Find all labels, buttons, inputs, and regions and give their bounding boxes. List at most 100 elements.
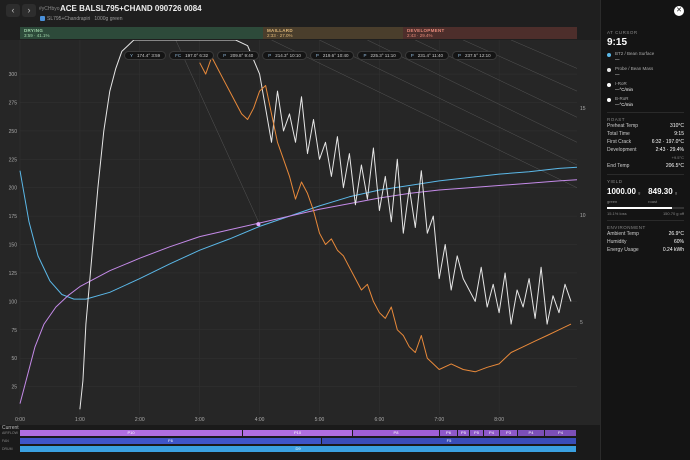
y-tick-label: 225	[9, 157, 18, 163]
series-dot-icon	[607, 68, 611, 72]
event-bar[interactable]: P5	[470, 430, 483, 436]
event-bar[interactable]: P3	[500, 430, 517, 436]
y-tick-label: 25	[11, 385, 17, 391]
yellowing-marker[interactable]	[256, 222, 261, 227]
event-bar[interactable]: P10	[20, 430, 242, 436]
yield-bar	[607, 207, 684, 209]
event-row-label: DRUM	[2, 447, 13, 451]
y-tick-label: 275	[9, 101, 18, 107]
roast-stat-row: End Temp 206.5°C	[607, 163, 684, 169]
phase-maillard: MAILLARD 2:33 · 27.0%	[263, 27, 403, 39]
y-tick-label: 250	[9, 129, 18, 135]
event-timeline[interactable]: Current AIRFLOW P10 P10 P8 P6 P5 P5 P4 P3 P4 P4 FAN…	[0, 425, 600, 460]
divider	[607, 112, 684, 113]
event-bar[interactable]: P5	[458, 430, 469, 436]
cursor-item: Probe / Bean Mass —	[607, 66, 684, 78]
cursor-item: I-RoR —°C/min	[607, 81, 684, 93]
yield-section-label: YIELD	[607, 179, 623, 184]
yield-loss-row: 15.1% loss 150.70 g off	[607, 211, 684, 216]
y-tick-label: 150	[9, 243, 18, 249]
machine-name[interactable]: SL795+Chandrapiri	[47, 16, 90, 22]
y-tick-label: 300	[9, 72, 18, 78]
cursor-item: BT2 / Bean Surface —	[607, 51, 684, 63]
roast-list: Preheat Temp 310°C Total Time 9:15 First Cra…	[607, 122, 684, 170]
right-tick-label: 10	[580, 213, 586, 219]
event-row-label: FAN	[2, 439, 9, 443]
yield-values: 1000.00 g green 849.30 g roast	[607, 187, 678, 204]
readout-pill[interactable]: P 209.8° 9:40	[217, 51, 260, 60]
readout-pill[interactable]: P 219.6° 10:40	[309, 51, 355, 60]
y-tick-label: 75	[11, 328, 17, 334]
yield-green: 1000.00	[607, 187, 636, 196]
divider	[607, 220, 684, 221]
environment-row: Ambient Temp 26.9°C	[607, 231, 684, 237]
event-bar[interactable]: P8	[353, 430, 439, 436]
x-tick-label: 5:00	[315, 417, 325, 423]
readout-pill[interactable]: P 237.5° 12:10	[451, 51, 497, 60]
event-row-label: AIRFLOW	[2, 431, 18, 435]
x-tick-label: 1:00	[75, 417, 85, 423]
series-dot-icon	[607, 98, 611, 102]
x-tick-label: 7:00	[434, 417, 444, 423]
divider	[607, 174, 684, 175]
roast-chart[interactable]: 25 50 75 100 125 150 175 200 225 250 275 300 0:00 1:0…	[0, 40, 600, 425]
environment-row: Energy Usage 0.24 kWh	[607, 247, 684, 253]
cursor-list: BT2 / Bean Surface — Probe / Bean Mass — I-R…	[607, 51, 684, 108]
event-bar[interactable]: P4	[518, 430, 544, 436]
event-bar[interactable]: D9	[20, 446, 576, 452]
readout-pill[interactable]: FC 197.0° 6:32	[169, 51, 215, 60]
x-tick-label: 0:00	[15, 417, 25, 423]
readout-pill[interactable]: Y 174.4° 3:59	[124, 51, 167, 60]
chevron-left-icon: ‹	[11, 5, 15, 15]
series-dot-icon	[607, 53, 611, 57]
x-tick-label: 4:00	[255, 417, 265, 423]
y-tick-label: 175	[9, 214, 18, 220]
event-bar[interactable]: P4	[545, 430, 576, 436]
batch-size: 1000g green	[94, 16, 123, 22]
readout-pill[interactable]: P 214.3° 10:10	[262, 51, 307, 60]
y-tick-label: 125	[9, 271, 18, 277]
x-tick-label: 6:00	[374, 417, 384, 423]
series-dot-icon	[607, 83, 611, 87]
machine-icon	[40, 16, 45, 22]
owner-tag: #yCHbyo	[39, 6, 60, 12]
event-bar[interactable]: F6	[20, 438, 321, 444]
readout-pill[interactable]: P 231.4° 11:40	[404, 51, 449, 60]
roast-stat-row: Preheat Temp 310°C	[607, 123, 684, 129]
event-bar[interactable]: P10	[243, 430, 352, 436]
side-panel: ✕ AT CURSOR 9:15 BT2 / Bean Surface — Prob…	[600, 0, 690, 460]
readout-pill[interactable]: P 225.3° 11:10	[357, 51, 402, 60]
x-tick-label: 8:00	[494, 417, 504, 423]
close-button[interactable]: ✕	[674, 6, 684, 16]
phase-development: DEVELOPMENT 2:43 · 29.4%	[403, 27, 577, 39]
y-tick-label: 50	[11, 356, 17, 362]
roast-stat-row: +9.5°C	[671, 155, 684, 160]
x-tick-label: 3:00	[195, 417, 205, 423]
chevron-right-icon: ›	[27, 5, 31, 15]
event-bar[interactable]: F5	[322, 438, 576, 444]
chart-background	[0, 40, 600, 425]
close-icon: ✕	[676, 7, 682, 14]
event-bar[interactable]: P4	[484, 430, 499, 436]
y-tick-label: 200	[9, 186, 18, 192]
readout-pills: Y 174.4° 3:59 FC 197.0° 6:32 P 209.8° 9:40 P 21…	[124, 51, 497, 60]
environment-list: Ambient Temp 26.9°C Humidity 60% Energy Usag…	[607, 230, 684, 254]
forward-button[interactable]: ›	[22, 4, 36, 17]
cursor-section-label: AT CURSOR	[607, 30, 638, 35]
roast-stat-row: Development 2:43 · 29.4%	[607, 147, 684, 153]
environment-row: Humidity 60%	[607, 239, 684, 245]
right-tick-label: 5	[580, 320, 583, 326]
y-tick-label: 100	[9, 299, 18, 305]
phase-drying: DRYING 3:59 · 41.1%	[20, 27, 263, 39]
roast-stat-row: First Crack 6:32 · 197.0°C	[607, 139, 684, 145]
header: ‹ › #yCHbyo ACE BALSL795+CHAND 090726 00…	[0, 0, 600, 26]
roast-meta: SL795+Chandrapiri 1000g green	[40, 16, 123, 22]
back-button[interactable]: ‹	[6, 4, 20, 17]
event-bar[interactable]: P6	[440, 430, 457, 436]
cursor-time: 9:15	[607, 37, 628, 48]
x-tick-label: 2:00	[135, 417, 145, 423]
right-tick-label: 15	[580, 106, 586, 112]
roast-stat-row: Total Time 9:15	[607, 131, 684, 137]
cursor-item: B-RoR —°C/min	[607, 96, 684, 108]
yield-roast: 849.30	[648, 187, 673, 196]
